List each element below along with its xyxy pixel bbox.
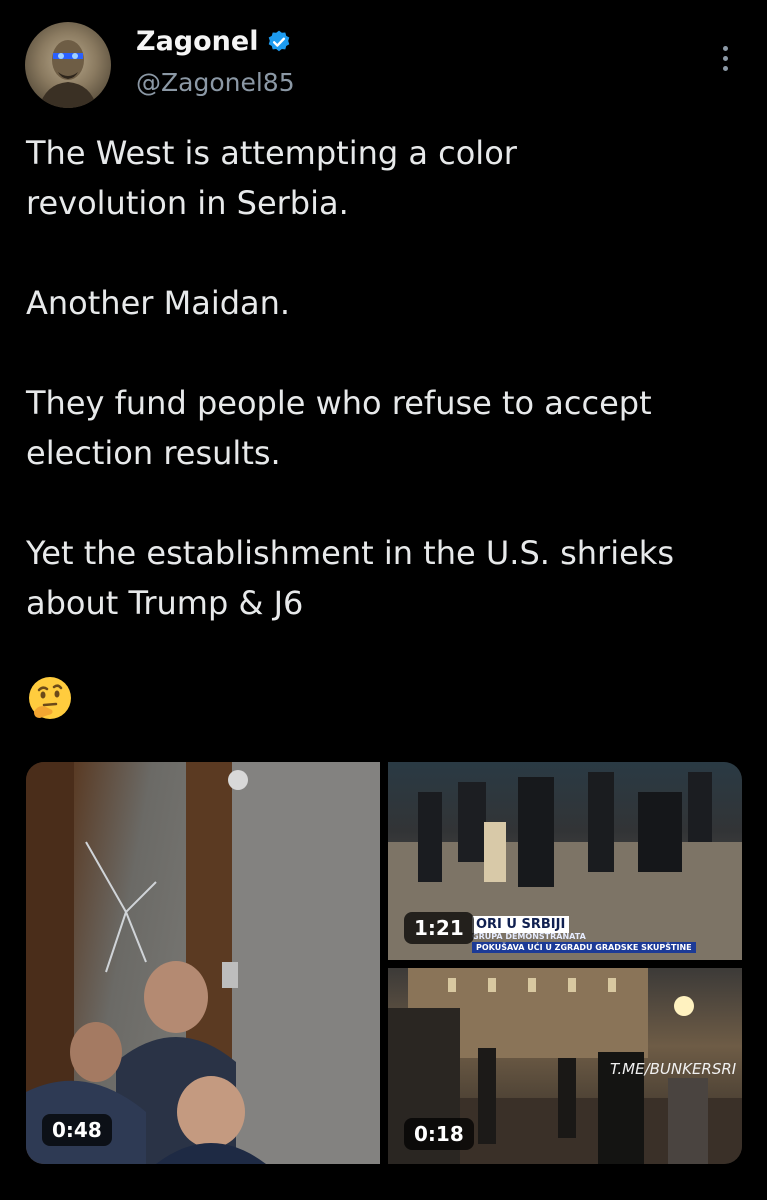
- tweet-line: Another Maidan.: [26, 284, 291, 322]
- video-duration-badge: 0:48: [42, 1114, 112, 1146]
- author-display-name[interactable]: Zagonel: [136, 26, 258, 57]
- news-banner-caption: POKUŠAVA UĆI U ZGRADU GRADSKE SKUPŠTINE: [472, 942, 696, 953]
- news-banner-subtitle: GRUPA DEMONSTRANATA: [472, 932, 586, 941]
- video-thumbnail-top-right[interactable]: ORI U SRBIJI GRUPA DEMONSTRANATA POKUŠAV…: [388, 762, 742, 960]
- avatar-portrait: [39, 40, 97, 108]
- author-avatar[interactable]: [25, 22, 111, 108]
- video-thumbnail-bottom-right[interactable]: T.ME/BUNKERSRI 0:18: [388, 968, 742, 1164]
- tweet-line: election results.: [26, 434, 281, 472]
- author-handle[interactable]: @Zagonel85: [136, 68, 295, 97]
- tweet-line: about Trump & J6: [26, 584, 304, 622]
- video-watermark: T.ME/BUNKERSRI: [610, 1060, 737, 1078]
- more-dot-icon: [722, 45, 728, 51]
- more-dot-icon: [722, 55, 728, 61]
- video-thumbnail-left[interactable]: 0:48: [26, 762, 380, 1164]
- author-name-row[interactable]: Zagonel: [136, 26, 292, 57]
- news-banner-title: ORI U SRBIJI: [472, 916, 570, 933]
- thinking-face-emoji-icon: [29, 677, 71, 719]
- tweet-line: The West is attempting a color: [26, 134, 517, 172]
- video-duration-badge: 1:21: [404, 912, 474, 944]
- tweet-line: They fund people who refuse to accept: [26, 384, 652, 422]
- more-options-button[interactable]: [712, 40, 738, 76]
- video-scene-door-breakin: [26, 762, 380, 1164]
- tweet-line: Yet the establishment in the U.S. shriek…: [26, 534, 674, 572]
- video-duration-badge: 0:18: [404, 1118, 474, 1150]
- verified-badge-icon: [269, 30, 290, 51]
- tweet-text: The West is attempting a color revolutio…: [26, 128, 746, 628]
- media-grid: 0:48 ORI U SRBIJI GRUPA DEMONSTRANATA PO…: [26, 762, 742, 1164]
- more-dot-icon: [722, 65, 728, 71]
- tweet-line: revolution in Serbia.: [26, 184, 349, 222]
